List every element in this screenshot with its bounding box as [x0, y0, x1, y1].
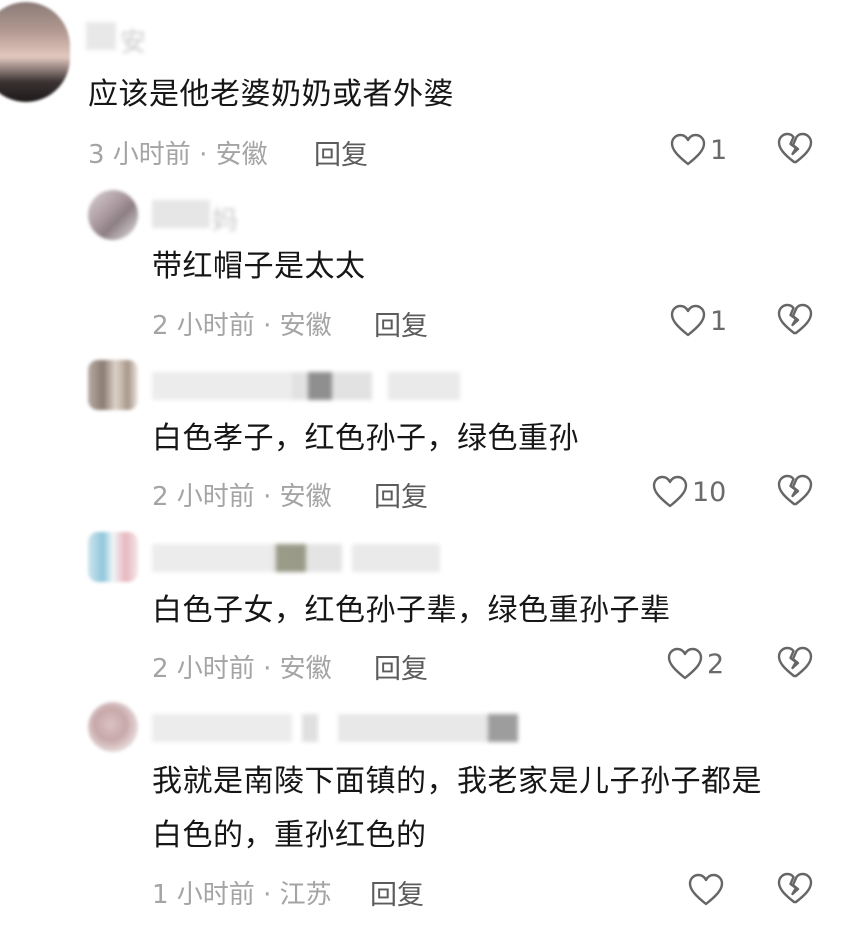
dislike-button[interactable]: [777, 645, 813, 681]
broken-heart-icon: [777, 646, 813, 678]
like-count: 1: [710, 134, 728, 166]
username-blurred[interactable]: [152, 714, 522, 744]
comment-thread: 安 应该是他老婆奶奶或者外婆 3 小时前 · 安徽 回复 1 妈 带红帽子是太太…: [0, 0, 850, 929]
reply-button[interactable]: 回复: [370, 873, 424, 912]
reply-button[interactable]: 回复: [374, 647, 428, 686]
comment-text: 白色孝子，红色孙子，绿色重孙: [152, 421, 579, 456]
reply-item: 白色子女，红色孙子辈，绿色重孙子辈 2 小时前 · 安徽 回复 2: [0, 522, 850, 694]
avatar[interactable]: [0, 2, 70, 102]
comment-text: 带红帽子是太太: [152, 249, 366, 284]
heart-outline-icon: [652, 475, 688, 508]
like-button[interactable]: 2: [667, 644, 724, 684]
reply-item: 白色孝子，红色孙子，绿色重孙 2 小时前 · 安徽 回复 10: [0, 350, 850, 522]
dislike-button[interactable]: [777, 871, 813, 907]
like-button[interactable]: 1: [670, 130, 727, 170]
like-button[interactable]: 1: [670, 301, 727, 341]
avatar[interactable]: [88, 190, 138, 240]
heart-outline-icon: [670, 133, 706, 166]
comment-meta: 3 小时前 · 安徽: [88, 140, 268, 170]
username-blurred[interactable]: [152, 372, 462, 402]
broken-heart-icon: [777, 303, 813, 335]
avatar[interactable]: [88, 532, 138, 582]
broken-heart-icon: [777, 132, 813, 164]
like-count: 1: [710, 305, 728, 337]
heart-outline-icon: [667, 647, 703, 680]
username-blurred[interactable]: 妈: [152, 200, 242, 236]
like-count: 2: [707, 648, 725, 680]
reply-button[interactable]: 回复: [374, 304, 428, 343]
comment-text: 白色子女，红色孙子辈，绿色重孙子辈: [152, 593, 671, 628]
reply-button[interactable]: 回复: [374, 475, 428, 514]
comment-meta: 2 小时前 · 安徽: [152, 482, 332, 512]
heart-outline-icon: [688, 873, 724, 906]
username-glyph: 妈: [212, 206, 239, 236]
broken-heart-icon: [777, 474, 813, 506]
like-count: 10: [692, 476, 727, 508]
reply-item: 妈 带红帽子是太太 2 小时前 · 安徽 回复 1: [0, 180, 850, 350]
avatar[interactable]: [88, 702, 138, 752]
username-blurred[interactable]: [152, 544, 442, 574]
comment-meta: 1 小时前 · 江苏: [152, 880, 332, 910]
avatar[interactable]: [88, 360, 138, 410]
dislike-button[interactable]: [777, 131, 813, 167]
dislike-button[interactable]: [777, 302, 813, 338]
reply-button[interactable]: 回复: [314, 133, 368, 172]
like-button[interactable]: [688, 870, 728, 910]
comment-text-line2: 白色的，重孙红色的: [152, 818, 427, 853]
like-button[interactable]: 10: [652, 472, 726, 512]
username-blurred[interactable]: 安: [86, 22, 156, 58]
comment-text: 应该是他老婆奶奶或者外婆: [88, 77, 454, 112]
dislike-button[interactable]: [777, 473, 813, 509]
broken-heart-icon: [777, 872, 813, 904]
comment-meta: 2 小时前 · 安徽: [152, 311, 332, 341]
reply-item: 我就是南陵下面镇的，我老家是儿子孙子都是 白色的，重孙红色的 1 小时前 · 江…: [0, 694, 850, 929]
comment-text-line1: 我就是南陵下面镇的，我老家是儿子孙子都是: [152, 764, 762, 799]
username-glyph: 安: [120, 28, 147, 58]
comment-meta: 2 小时前 · 安徽: [152, 654, 332, 684]
heart-outline-icon: [670, 304, 706, 337]
comment-item: 安 应该是他老婆奶奶或者外婆 3 小时前 · 安徽 回复 1: [0, 0, 850, 180]
